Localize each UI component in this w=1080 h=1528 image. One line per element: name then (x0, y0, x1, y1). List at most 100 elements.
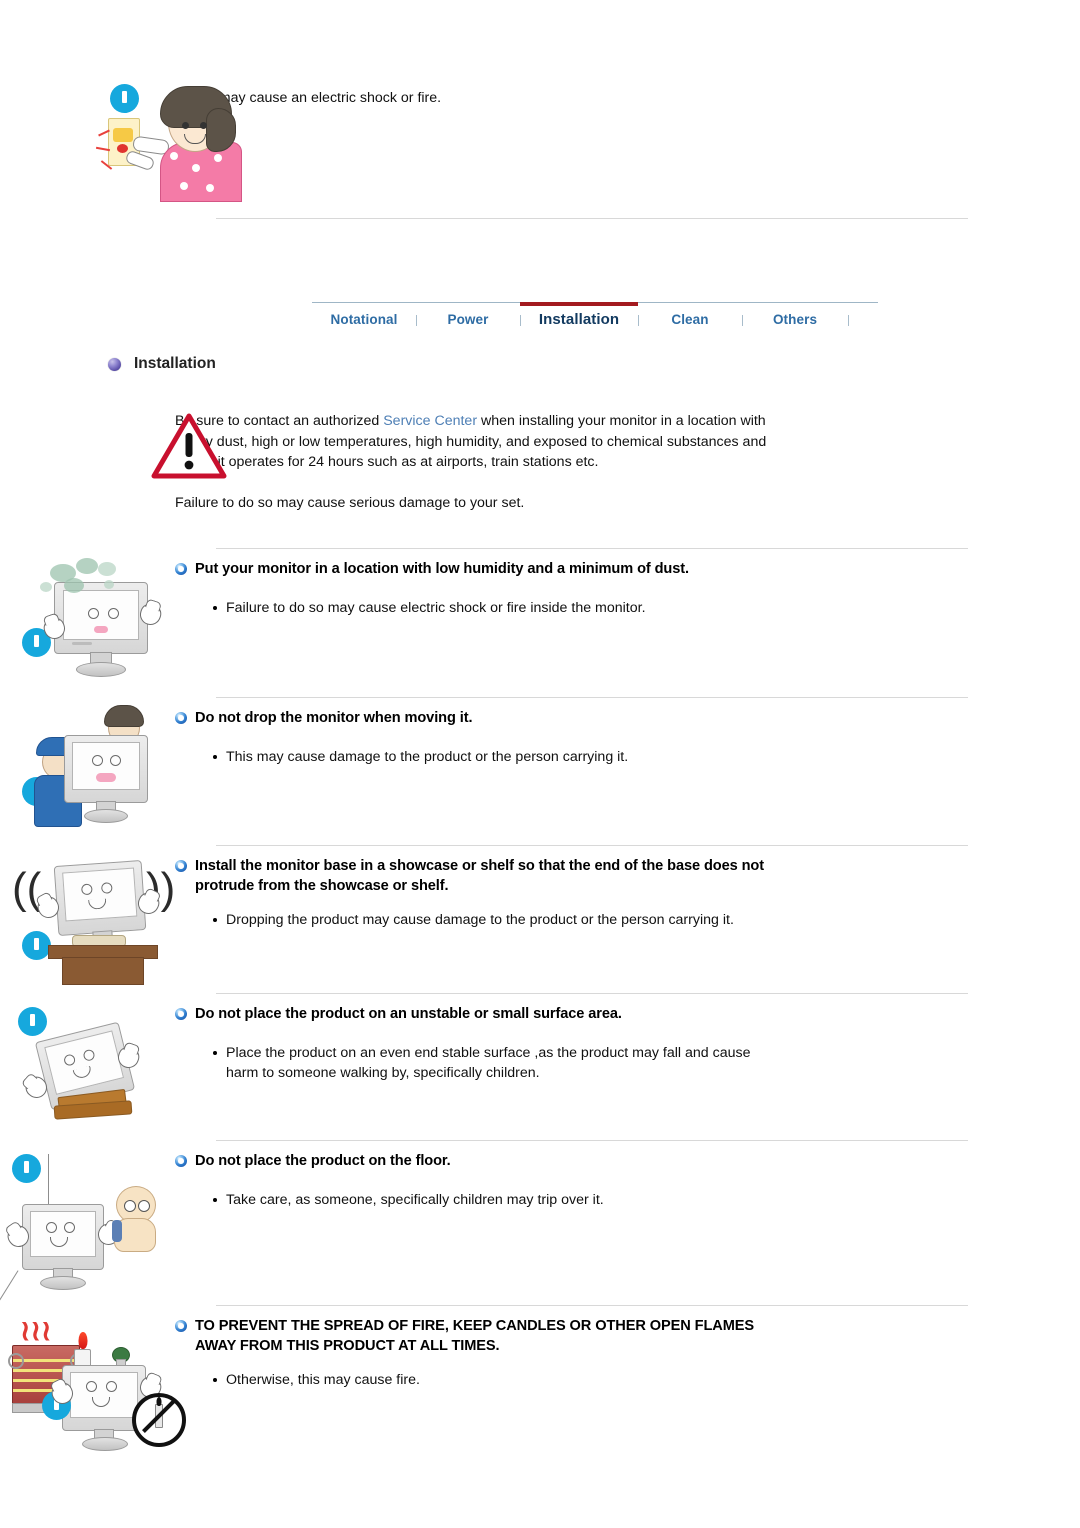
no-open-flame-icon (132, 1393, 186, 1447)
item-drop: Do not drop the monitor when moving it. … (0, 705, 1080, 830)
dust-cloud (40, 582, 52, 592)
item-heading-text: Install the monitor base in a showcase o… (195, 858, 764, 894)
exclamation-badge-icon (12, 1154, 41, 1183)
item-bullet: Place the product on an even end stable … (175, 1043, 815, 1084)
heat-wave-icon: ≀≀≀ (20, 1315, 52, 1346)
bullet-dot (213, 1378, 217, 1383)
hair (104, 705, 144, 727)
cable (48, 1154, 50, 1206)
item-dust: Put your monitor in a location with low … (0, 556, 1080, 686)
divider (216, 697, 968, 698)
dot (180, 182, 188, 190)
item-heading: Do not drop the monitor when moving it. (175, 709, 815, 729)
dust-cloud (104, 580, 114, 589)
blue-ring-icon (175, 1008, 187, 1020)
dust-cloud (98, 562, 116, 576)
dot (170, 152, 178, 160)
bullet-dot (213, 1050, 217, 1055)
blue-ring-icon (175, 563, 187, 575)
purple-sphere-icon (108, 357, 121, 371)
woman-plugging-outlet-illustration (0, 72, 242, 202)
dust-cloud (64, 578, 84, 593)
tab-clean[interactable]: Clean (638, 303, 742, 331)
divider (216, 1305, 968, 1306)
divider (216, 548, 968, 549)
service-center-link[interactable]: Service Center (383, 413, 477, 429)
item-bullet: Dropping the product may cause damage to… (175, 910, 775, 931)
warning-footer: Failure to do so may cause serious damag… (175, 494, 525, 511)
tab-label: Installation (538, 311, 620, 328)
top-note-bullet: This may cause an electric shock or fire… (175, 88, 1050, 109)
item-bullet: Take care, as someone, specifically chil… (175, 1190, 815, 1211)
item-heading: Install the monitor base in a showcase o… (175, 857, 775, 896)
blue-ring-icon (175, 1155, 187, 1167)
divider (216, 218, 968, 219)
divider (216, 1140, 968, 1141)
dot (206, 184, 214, 192)
dusty-monitor-illustration (0, 556, 175, 686)
divider (216, 993, 968, 994)
bullet-dot (213, 918, 217, 923)
divider (216, 845, 968, 846)
blue-ring-icon (175, 1320, 187, 1332)
item-heading-text: Do not place the product on an unstable … (195, 1006, 622, 1022)
flame (78, 1332, 87, 1349)
monitor-wobbling-on-shelf-illustration: (( )) (0, 853, 175, 985)
item-bullet-text: Dropping the product may cause damage to… (226, 912, 734, 929)
item-heading: Do not place the product on the floor. (175, 1152, 815, 1172)
bullet-dot (213, 1197, 217, 1202)
item-bullet-text: Otherwise, this may cause fire. (226, 1372, 420, 1389)
item-bullet: Otherwise, this may cause fire. (175, 1370, 795, 1391)
section-tabs[interactable]: Notational Power Installation Clean Othe… (312, 302, 878, 331)
eye (182, 122, 189, 129)
cable (0, 1270, 19, 1302)
eye (138, 1200, 150, 1212)
tab-label: Others (772, 312, 818, 327)
bullet-dot (213, 605, 217, 610)
blue-ring-icon (175, 712, 187, 724)
heater-candle-monitor-no-flame-illustration: ≀≀≀ (0, 1313, 186, 1451)
tab-notational[interactable]: Notational (312, 303, 416, 331)
item-bullet: Failure to do so may cause electric shoc… (175, 598, 815, 619)
exclamation-badge-icon (110, 84, 139, 113)
item-fire: ≀≀≀ TO PREVENT THE SPREAD OF FIRE, KEEP … (0, 1313, 1080, 1451)
shelf-body (62, 957, 144, 985)
page-title: Installation (108, 355, 216, 373)
tab-others[interactable]: Others (742, 303, 848, 331)
top-note-row: This may cause an electric shock or fire… (0, 72, 1080, 202)
page-title-label: Installation (134, 355, 216, 372)
tab-label: Power (447, 312, 489, 327)
safety-instructions-page: This may cause an electric shock or fire… (0, 0, 1080, 1528)
tab-installation[interactable]: Installation (520, 302, 638, 331)
item-heading-text: Do not place the product on the floor. (195, 1153, 451, 1169)
item-heading-text: Do not drop the monitor when moving it. (195, 710, 473, 726)
outlet-face (113, 128, 133, 142)
warning-paragraph: Be sure to contact an authorized Service… (175, 411, 775, 473)
item-heading: TO PREVENT THE SPREAD OF FIRE, KEEP CAND… (175, 1317, 795, 1356)
item-heading-text: Put your monitor in a location with low … (195, 561, 689, 577)
item-heading: Do not place the product on an unstable … (175, 1005, 815, 1025)
eye (124, 1200, 136, 1212)
item-heading-text: TO PREVENT THE SPREAD OF FIRE, KEEP CAND… (195, 1318, 755, 1354)
item-bullet: This may cause damage to the product or … (175, 747, 815, 768)
tab-power[interactable]: Power (416, 303, 520, 331)
child-arm (112, 1220, 122, 1242)
item-bullet-text: Failure to do so may cause electric shoc… (226, 599, 646, 616)
tab-label: Notational (330, 312, 398, 327)
monitor-on-floor-with-child-illustration (0, 1148, 175, 1302)
item-heading: Put your monitor in a location with low … (175, 560, 815, 580)
outlet-spark (117, 144, 128, 153)
item-unstable: Do not place the product on an unstable … (0, 1001, 1080, 1131)
item-bullet-text: Place the product on an even end stable … (226, 1044, 751, 1082)
bullet-dot (213, 754, 217, 759)
blue-ring-icon (175, 860, 187, 872)
dot (214, 154, 222, 162)
warning-triangle-icon (150, 411, 228, 481)
exclamation-badge-icon (22, 931, 51, 960)
item-bullet-text: This may cause damage to the product or … (226, 748, 629, 765)
exclamation-badge-icon (18, 1007, 47, 1036)
tab-label: Clean (671, 312, 709, 327)
eye (200, 122, 207, 129)
dot (192, 164, 200, 172)
item-floor: Do not place the product on the floor. T… (0, 1148, 1080, 1302)
